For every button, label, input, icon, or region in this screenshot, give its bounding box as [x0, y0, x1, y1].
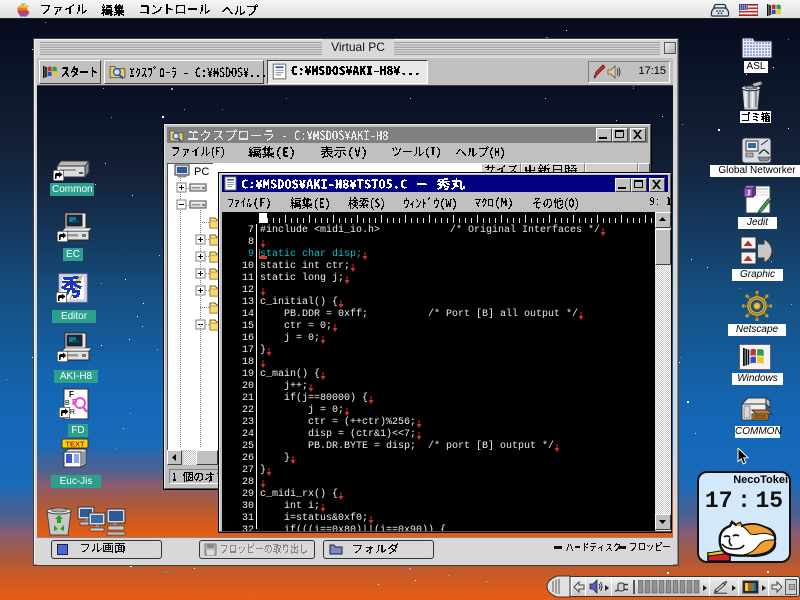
svg-text:TEXT: TEXT [65, 440, 85, 449]
svg-text:B: B [65, 400, 70, 407]
svg-text:PC: PC [194, 166, 209, 178]
